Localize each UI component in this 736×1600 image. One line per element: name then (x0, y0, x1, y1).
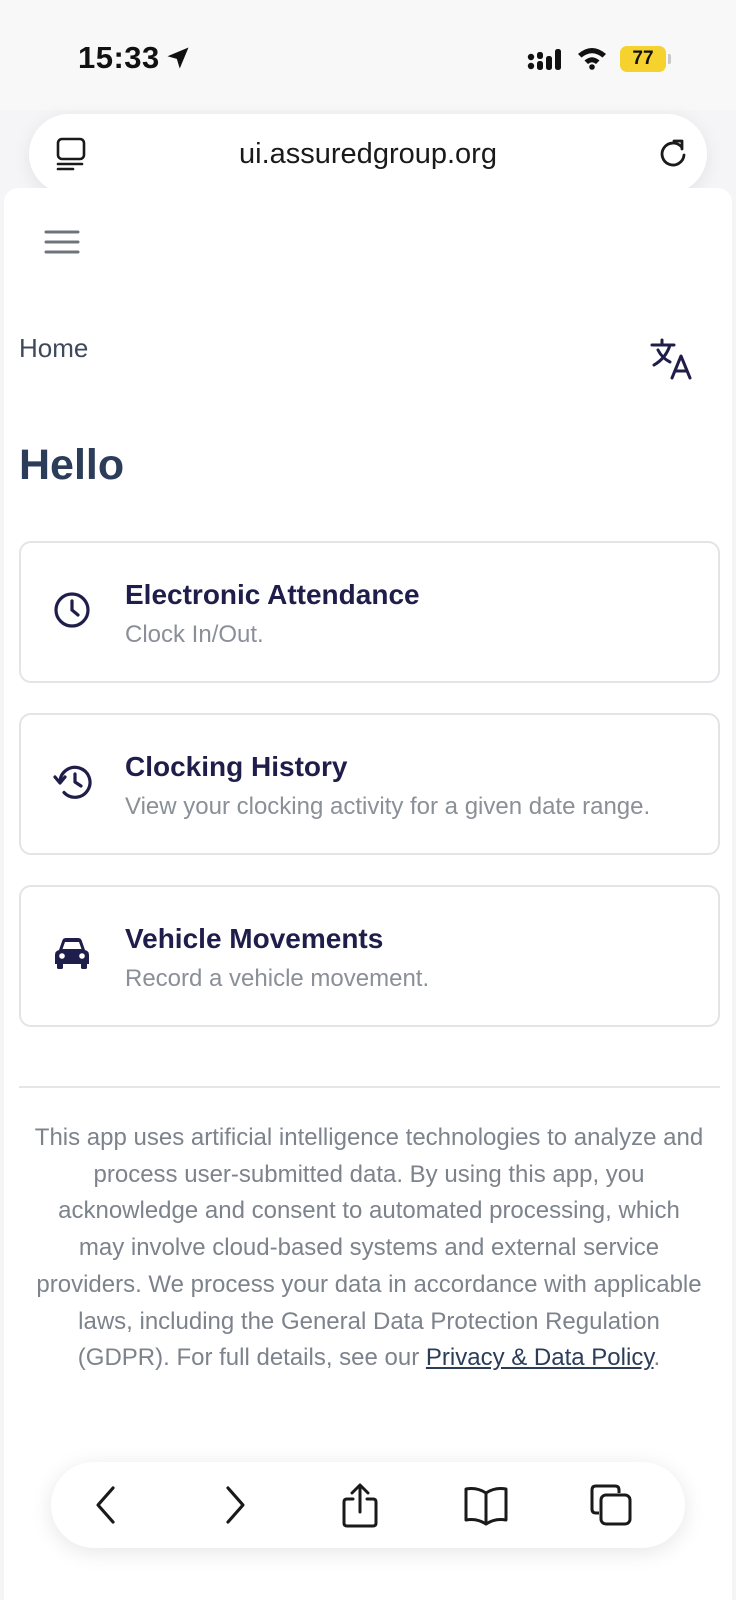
disclaimer-text: This app uses artificial intelligence te… (34, 1124, 704, 1372)
privacy-policy-link[interactable]: Privacy & Data Policy (426, 1344, 654, 1371)
ai-disclaimer: This app uses artificial intelligence te… (34, 1120, 704, 1377)
status-bar: 15:33 77 (0, 0, 736, 110)
page-content: Home Hello Electronic Attendance Clock I… (4, 188, 732, 1600)
breadcrumb[interactable]: Home (19, 333, 88, 364)
history-icon (53, 763, 93, 806)
back-icon[interactable] (91, 1483, 121, 1532)
battery-icon: 77 (620, 46, 666, 72)
bookmarks-icon[interactable] (463, 1483, 509, 1532)
url-text[interactable]: ui.assuredgroup.org (29, 138, 707, 171)
reload-icon[interactable] (657, 136, 689, 175)
disclaimer-end: . (653, 1344, 661, 1372)
clock-icon (53, 591, 91, 634)
card-clocking-history[interactable]: Clocking History View your clocking acti… (19, 713, 720, 855)
share-icon[interactable] (341, 1483, 379, 1534)
forward-icon[interactable] (220, 1483, 250, 1532)
hamburger-menu-icon[interactable] (44, 228, 80, 261)
tabs-icon[interactable] (589, 1483, 633, 1532)
status-time: 15:33 (78, 40, 160, 75)
card-title: Vehicle Movements (125, 923, 384, 954)
card-description: View your clocking activity for a given … (125, 793, 651, 820)
card-title: Clocking History (125, 751, 348, 782)
card-vehicle-movements[interactable]: Vehicle Movements Record a vehicle movem… (19, 885, 720, 1027)
card-description: Clock In/Out. (125, 621, 264, 648)
card-description: Record a vehicle movement. (125, 965, 430, 992)
page-title: Hello (19, 441, 125, 489)
signal-icon (526, 48, 564, 77)
card-title: Electronic Attendance (125, 579, 420, 610)
battery-tip (668, 54, 671, 64)
address-bar[interactable]: ui.assuredgroup.org (29, 114, 707, 194)
divider (19, 1086, 720, 1088)
wifi-icon (576, 46, 608, 75)
translate-icon[interactable] (650, 338, 694, 385)
car-icon (53, 935, 91, 976)
browser-toolbar (51, 1462, 685, 1548)
card-electronic-attendance[interactable]: Electronic Attendance Clock In/Out. (19, 541, 720, 683)
location-arrow-icon (164, 44, 192, 77)
